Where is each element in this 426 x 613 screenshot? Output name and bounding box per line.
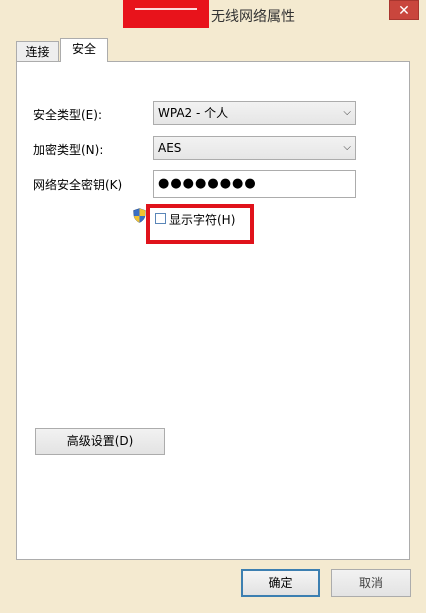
tab-security[interactable]: 安全: [60, 38, 108, 62]
security-type-select[interactable]: WPA2 - 个人 ⌵: [153, 101, 356, 125]
show-characters-label[interactable]: 显示字符(H): [169, 211, 235, 228]
chevron-down-icon: ⌵: [343, 142, 351, 153]
tab-connection[interactable]: 连接: [16, 41, 59, 62]
encryption-type-select[interactable]: AES ⌵: [153, 136, 356, 160]
network-key-input[interactable]: ●●●●●●●●: [153, 170, 356, 198]
chevron-down-icon: ⌵: [343, 107, 351, 118]
security-type-label: 安全类型(E):: [33, 108, 102, 122]
uac-shield-icon: [133, 208, 146, 223]
window-title: 无线网络属性: [211, 9, 295, 25]
encryption-type-label: 加密类型(N):: [33, 143, 104, 157]
cancel-button[interactable]: 取消: [331, 569, 411, 597]
title-bar: 无线网络属性 ✕: [0, 0, 426, 31]
security-type-value: WPA2 - 个人: [158, 106, 229, 120]
advanced-settings-button[interactable]: 高级设置(D): [35, 428, 165, 455]
close-icon: ✕: [398, 3, 410, 19]
ok-button[interactable]: 确定: [241, 569, 320, 597]
close-button[interactable]: ✕: [389, 0, 419, 20]
show-characters-checkbox[interactable]: [155, 213, 166, 224]
title-redaction: [123, 0, 209, 28]
network-key-label: 网络安全密钥(K): [33, 178, 123, 192]
encryption-type-value: AES: [158, 141, 182, 155]
